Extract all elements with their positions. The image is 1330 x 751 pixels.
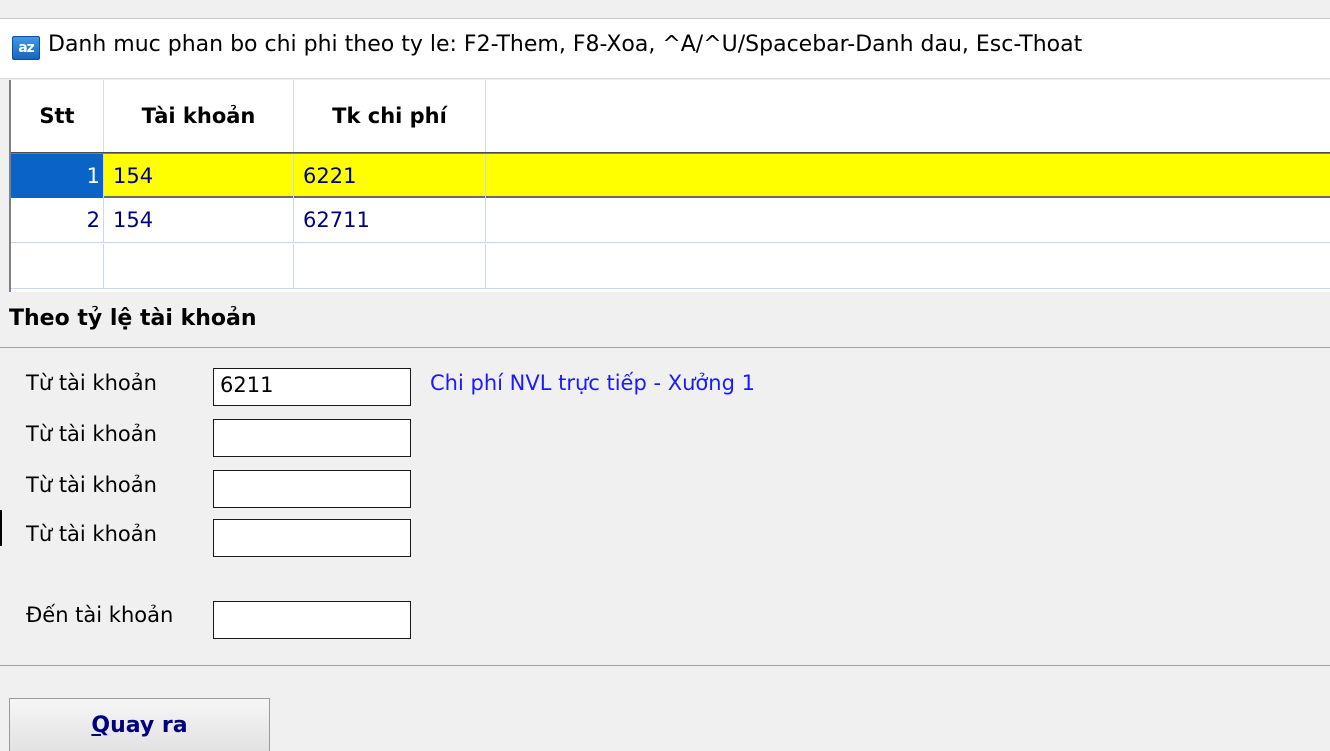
from-account-label: Từ tài khoản [26, 473, 157, 497]
cell-stt[interactable] [11, 244, 104, 289]
from-account-label: Từ tài khoản [26, 422, 157, 446]
title-bar: az Danh muc phan bo chi phi theo ty le: … [0, 19, 1330, 79]
from-account-label: Từ tài khoản [26, 522, 157, 546]
cell-expense-account[interactable]: 6221 [294, 154, 486, 199]
from-account-label: Từ tài khoản [26, 371, 157, 395]
section-title: Theo tỷ lệ tài khoản [9, 306, 257, 331]
app-icon: az [12, 36, 40, 60]
grid-header: Stt Tài khoản Tk chi phí [11, 80, 1330, 154]
exit-hotkey: Q [91, 713, 111, 738]
cell-expense-account[interactable] [294, 244, 486, 289]
cell-account[interactable]: 154 [104, 198, 294, 243]
window-title: Danh muc phan bo chi phi theo ty le: F2-… [48, 32, 1083, 57]
to-account-label: Đến tài khoản [26, 603, 174, 627]
table-row[interactable]: 1 154 6221 [11, 153, 1330, 199]
app-window: az Danh muc phan bo chi phi theo ty le: … [0, 0, 1330, 751]
cell-account[interactable] [104, 244, 294, 289]
exit-label: uay ra [110, 713, 188, 738]
exit-button[interactable]: Quay ra [9, 698, 270, 751]
cell-account[interactable]: 154 [104, 154, 294, 199]
cell-stt[interactable]: 1 [11, 154, 104, 199]
edge-marker [0, 510, 2, 546]
table-row-empty[interactable] [11, 244, 1330, 289]
cell-expense-account[interactable]: 62711 [294, 198, 486, 243]
column-header-expense-account[interactable]: Tk chi phí [294, 80, 486, 152]
column-header-stt[interactable]: Stt [11, 80, 104, 152]
top-strip [0, 0, 1330, 19]
from-account-input-1[interactable]: 6211 [213, 368, 411, 406]
account-description: Chi phí NVL trực tiếp - Xưởng 1 [430, 371, 755, 395]
to-account-input[interactable] [213, 601, 411, 639]
from-account-input-2[interactable] [213, 419, 411, 457]
from-account-input-3[interactable] [213, 470, 411, 508]
from-account-input-4[interactable] [213, 519, 411, 557]
cell-stt[interactable]: 2 [11, 198, 104, 243]
table-row[interactable]: 2 154 62711 [11, 198, 1330, 243]
allocation-grid[interactable]: Stt Tài khoản Tk chi phí 1 154 6221 2 15… [9, 80, 1330, 292]
column-header-account[interactable]: Tài khoản [104, 80, 294, 152]
